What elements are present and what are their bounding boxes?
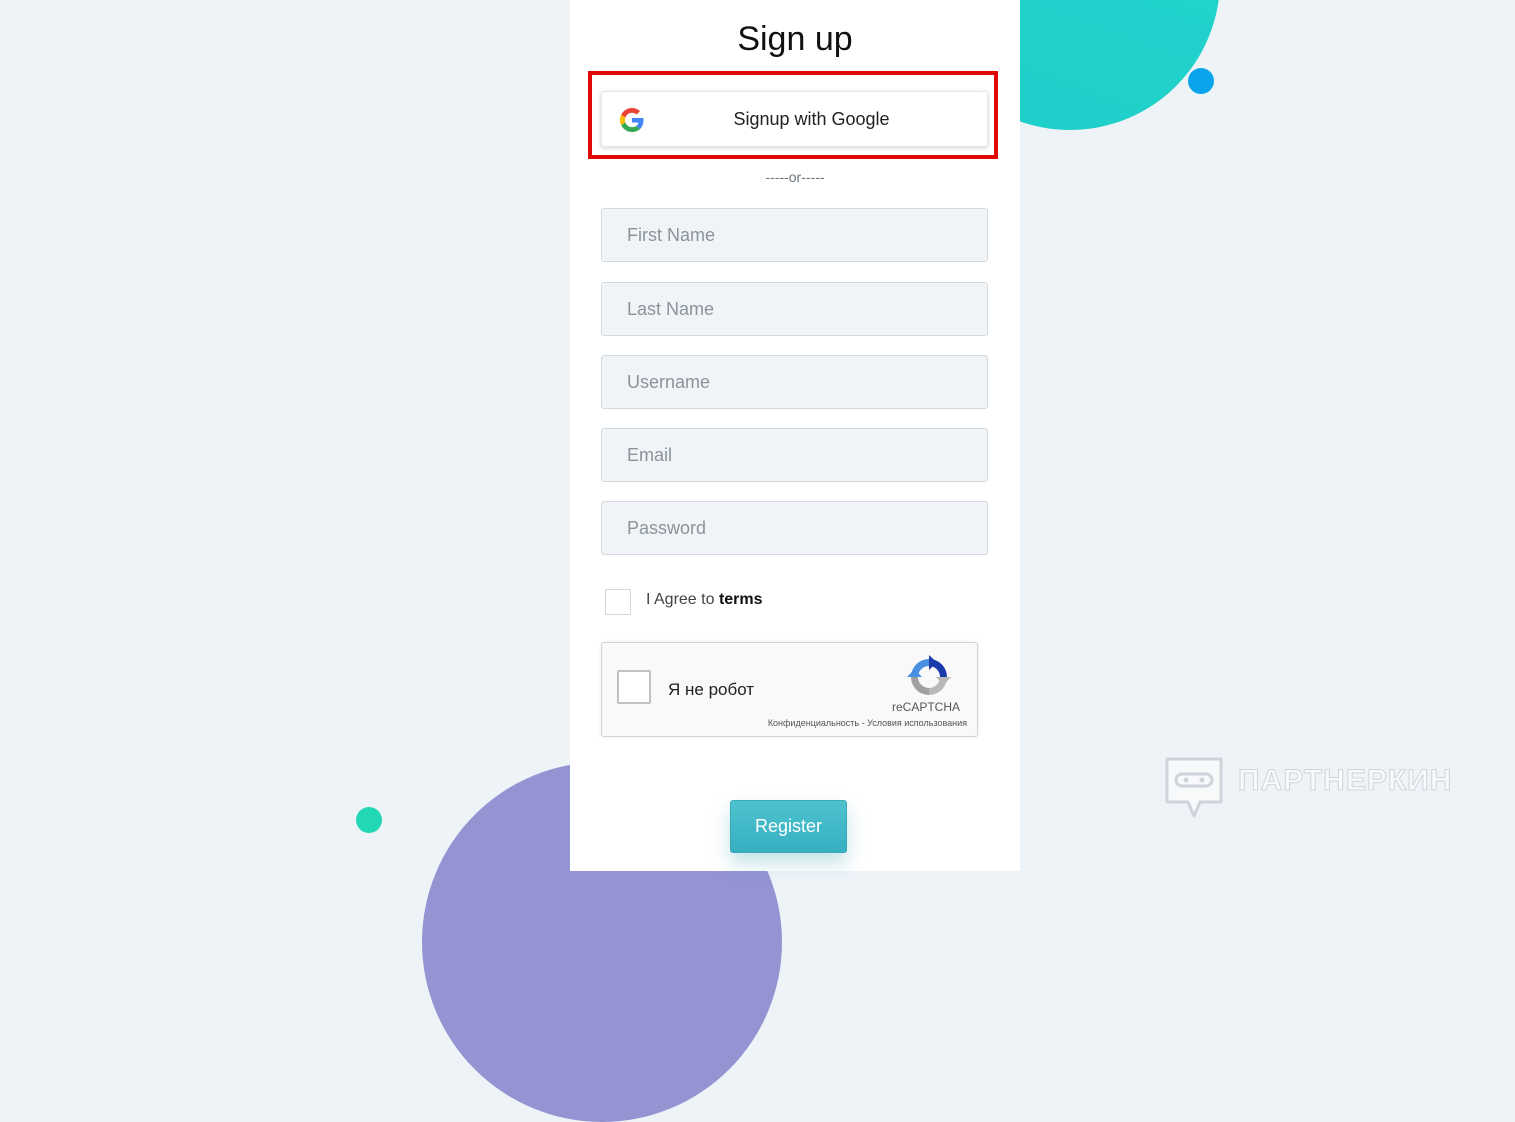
decorative-blue-dot [1188, 68, 1214, 94]
watermark-text: ПАРТНЕРКИН [1237, 764, 1453, 798]
username-input[interactable] [601, 355, 988, 409]
email-input[interactable] [601, 428, 988, 482]
or-separator: -----or----- [765, 169, 825, 185]
google-signup-label: Signup with Google [733, 109, 890, 129]
signup-card: Sign up Signup with Google -----or----- … [570, 0, 1020, 871]
recaptcha-brand: reCAPTCHA [891, 700, 960, 714]
recaptcha-links[interactable]: Конфиденциальность - Условия использован… [722, 718, 967, 728]
decorative-green-dot [356, 807, 382, 833]
register-button[interactable]: Register [730, 800, 847, 853]
page-title: Sign up [737, 20, 853, 58]
recaptcha-checkbox[interactable] [617, 670, 651, 704]
recaptcha-label: Я не робот [668, 680, 755, 699]
last-name-input[interactable] [601, 282, 988, 336]
chat-bubble-icon [1165, 757, 1223, 818]
agree-prefix: I Agree to [646, 591, 719, 608]
agree-terms-text: I Agree to terms [646, 591, 763, 609]
google-signup-button[interactable]: Signup with Google [601, 91, 988, 147]
recaptcha-widget: Я не робот reCAPTCHA Конфиденциальность … [601, 642, 978, 737]
first-name-input[interactable] [601, 208, 988, 262]
terms-link[interactable]: terms [719, 591, 763, 608]
agree-terms-checkbox[interactable] [605, 589, 631, 615]
recaptcha-logo-icon [907, 655, 951, 695]
password-input[interactable] [601, 501, 988, 555]
